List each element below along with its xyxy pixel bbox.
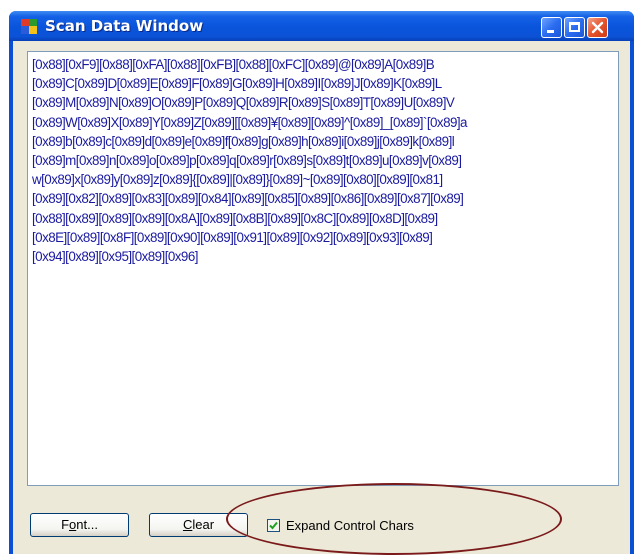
minimize-icon: [547, 30, 554, 33]
scan-text-line: [0x89]W[0x89]X[0x89]Y[0x89]Z[0x89][[0x89…: [32, 114, 468, 130]
scan-text-line: [0x94][0x89][0x95][0x89][0x96]: [32, 249, 198, 265]
font-button-label-pre: F: [61, 517, 70, 532]
window-title: Scan Data Window: [45, 17, 204, 35]
scan-text-line: [0x89]C[0x89]D[0x89]E[0x89]F[0x89]G[0x89…: [32, 76, 442, 92]
font-button[interactable]: Font...: [30, 513, 129, 537]
scan-text-line: [0x88][0xF9][0x88][0xFA][0x88][0xFB][0x8…: [32, 57, 435, 72]
maximize-button[interactable]: [564, 17, 585, 38]
window-client-area: [0x88][0xF9][0x88][0xFA][0x88][0xFB][0x8…: [13, 41, 630, 554]
close-icon: [591, 21, 604, 34]
minimize-button[interactable]: [541, 17, 562, 38]
scan-data-textbox[interactable]: [0x88][0xF9][0x88][0xFA][0x88][0xFB][0x8…: [27, 51, 619, 486]
scan-text-line: [0x89]m[0x89]n[0x89]o[0x89]p[0x89]q[0x89…: [32, 153, 462, 169]
app-window-icon[interactable]: [21, 19, 37, 34]
title-bar[interactable]: Scan Data Window: [9, 11, 634, 41]
scan-text-line: [0x8E][0x89][0x8F][0x89][0x90][0x89][0x9…: [32, 229, 433, 245]
scan-text-line: [0x89]M[0x89]N[0x89]O[0x89]P[0x89]Q[0x89…: [32, 95, 455, 111]
scan-text-line: w[0x89]x[0x89]y[0x89]z[0x89]{[0x89]|[0x8…: [32, 172, 443, 188]
scan-text-line: [0x88][0x89][0x89][0x89][0x8A][0x89][0x8…: [32, 210, 438, 226]
clear-button-label-post: lear: [192, 517, 215, 532]
close-button[interactable]: [587, 17, 608, 38]
maximize-icon: [569, 22, 580, 32]
scan-data-window: Scan Data Window [0x88][0xF9][0x88][0xFA…: [9, 11, 634, 554]
scan-text-line: [0x89]b[0x89]c[0x89]d[0x89]e[0x89]f[0x89…: [32, 133, 455, 149]
clear-button-mnemonic: C: [182, 517, 193, 532]
window-frame-right: [630, 41, 634, 554]
font-button-label-post: nt...: [76, 517, 98, 532]
scan-text-line: [0x89][0x82][0x89][0x83][0x89][0x84][0x8…: [32, 191, 464, 207]
highlight-ellipse-annotation: [226, 483, 562, 555]
